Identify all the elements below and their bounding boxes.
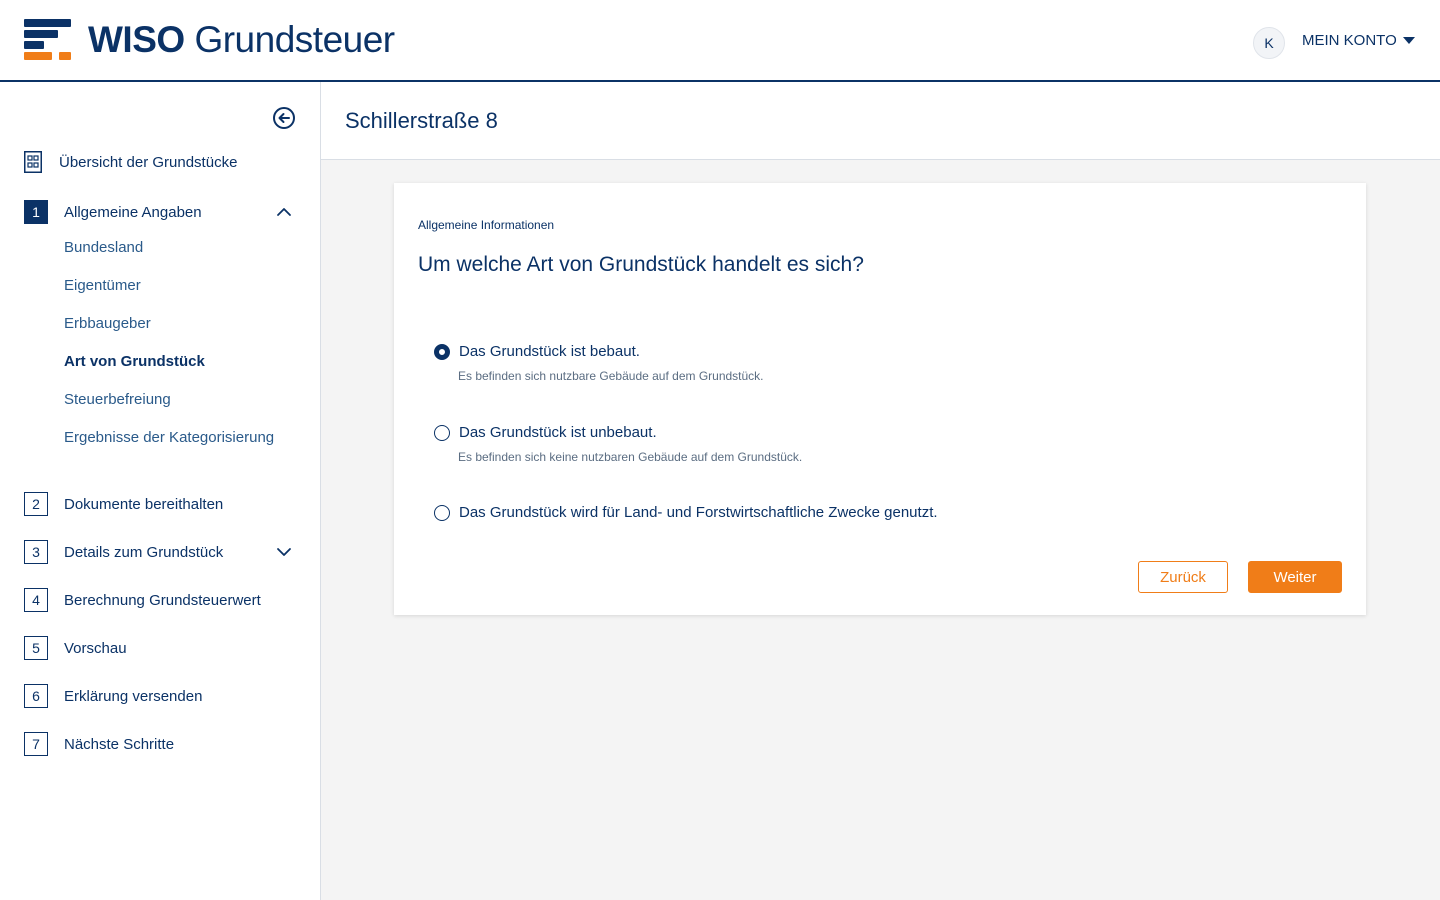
chevron-up-icon[interactable]: [276, 204, 292, 220]
sidebar-step-dokumente[interactable]: 2 Dokumente bereithalten: [24, 492, 223, 516]
step-label: Erklärung versenden: [64, 687, 203, 705]
sidebar-step-details[interactable]: 3 Details zum Grundstück: [24, 540, 223, 564]
brand-title-rest: Grundsteuer: [194, 19, 395, 60]
step-number: 1: [24, 200, 48, 224]
main-content: Schillerstraße 8 Allgemeine Informatione…: [321, 82, 1440, 900]
caret-down-icon: [1402, 37, 1415, 44]
step-label: Allgemeine Angaben: [64, 203, 202, 221]
sidebar-step-naechste-schritte[interactable]: 7 Nächste Schritte: [24, 732, 174, 756]
app-header: WISO Grundsteuer K MEIN KONTO: [0, 0, 1440, 82]
sidebar-step-erklaerung-versenden[interactable]: 6 Erklärung versenden: [24, 684, 202, 708]
substep-ergebnisse-kategorisierung[interactable]: Ergebnisse der Kategorisierung: [64, 429, 274, 446]
property-overview-icon: [24, 151, 42, 173]
next-button[interactable]: Weiter: [1248, 561, 1342, 593]
page-title: Schillerstraße 8: [345, 108, 498, 133]
sidebar-item-overview[interactable]: Übersicht der Grundstücke: [24, 151, 237, 173]
radio-unbebaut[interactable]: [434, 424, 450, 441]
page-header: Schillerstraße 8: [321, 82, 1440, 160]
option-bebaut[interactable]: Das Grundstück ist bebaut.: [434, 343, 640, 360]
sidebar-step-allgemeine-angaben[interactable]: 1 Allgemeine Angaben: [24, 200, 202, 224]
question-card: Allgemeine Informationen Um welche Art v…: [394, 183, 1366, 615]
avatar[interactable]: K: [1253, 27, 1285, 59]
step-number: 7: [24, 732, 48, 756]
substep-bundesland[interactable]: Bundesland: [64, 239, 143, 256]
sidebar-step-berechnung[interactable]: 4 Berechnung Grundsteuerwert: [24, 588, 261, 612]
step-number: 6: [24, 684, 48, 708]
step-label: Berechnung Grundsteuerwert: [64, 591, 261, 609]
account-menu-button[interactable]: MEIN KONTO: [1302, 32, 1415, 49]
option-unbebaut-label: Das Grundstück ist unbebaut.: [459, 424, 657, 441]
substep-erbbaugeber[interactable]: Erbbaugeber: [64, 315, 151, 332]
step-label: Details zum Grundstück: [64, 543, 224, 561]
section-label: Allgemeine Informationen: [418, 218, 555, 232]
brand-title-bold: WISO: [88, 19, 185, 60]
option-land-forstwirtschaft-label: Das Grundstück wird für Land- und Forstw…: [459, 504, 938, 521]
option-bebaut-label: Das Grundstück ist bebaut.: [459, 343, 640, 360]
step-number: 3: [24, 540, 48, 564]
substep-steuerbefreiung[interactable]: Steuerbefreiung: [64, 391, 171, 408]
wiso-logo-icon[interactable]: [24, 19, 72, 61]
collapse-sidebar-icon[interactable]: [272, 106, 296, 130]
step-number: 5: [24, 636, 48, 660]
radio-land-forstwirtschaft[interactable]: [434, 504, 450, 521]
radio-bebaut[interactable]: [434, 343, 450, 360]
account-menu-label: MEIN KONTO: [1302, 32, 1397, 49]
sidebar-step-vorschau[interactable]: 5 Vorschau: [24, 636, 127, 660]
option-bebaut-description: Es befinden sich nutzbare Gebäude auf de…: [458, 369, 764, 383]
step-number: 2: [24, 492, 48, 516]
step-label: Dokumente bereithalten: [64, 495, 224, 513]
step-label: Vorschau: [64, 639, 127, 657]
brand-title[interactable]: WISO Grundsteuer: [88, 19, 395, 61]
option-unbebaut[interactable]: Das Grundstück ist unbebaut.: [434, 424, 657, 441]
option-land-forstwirtschaft[interactable]: Das Grundstück wird für Land- und Forstw…: [434, 504, 938, 521]
step-number: 4: [24, 588, 48, 612]
back-button[interactable]: Zurück: [1138, 561, 1228, 593]
question-heading: Um welche Art von Grundstück handelt es …: [418, 253, 864, 276]
chevron-down-icon[interactable]: [276, 544, 292, 560]
substep-eigentuemer[interactable]: Eigentümer: [64, 277, 141, 294]
sidebar-item-overview-label: Übersicht der Grundstücke: [59, 153, 238, 171]
substep-art-von-grundstueck[interactable]: Art von Grundstück: [64, 353, 205, 370]
option-unbebaut-description: Es befinden sich keine nutzbaren Gebäude…: [458, 450, 803, 464]
step-label: Nächste Schritte: [64, 735, 175, 753]
sidebar: Übersicht der Grundstücke 1 Allgemeine A…: [0, 82, 321, 900]
